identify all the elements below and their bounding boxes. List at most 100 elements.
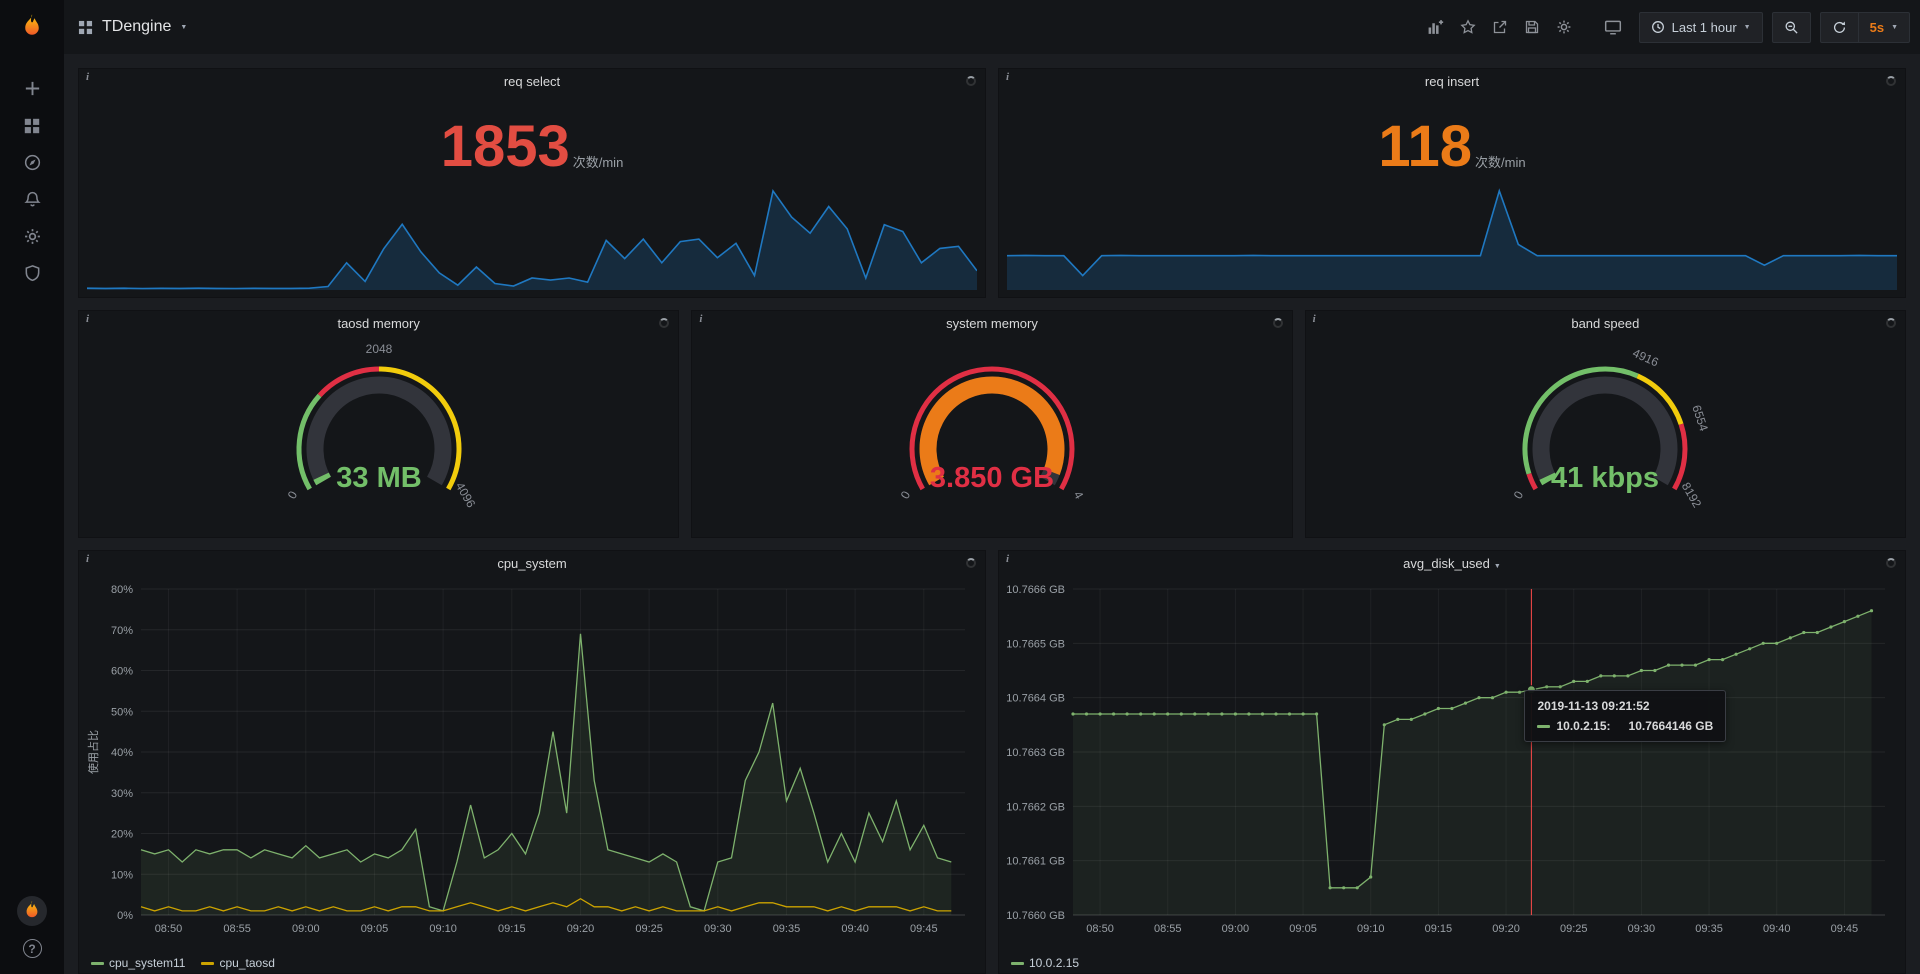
panel-loading-icon bbox=[1886, 318, 1896, 328]
star-button[interactable] bbox=[1452, 11, 1484, 43]
legend-item-host[interactable]: 10.0.2.15 bbox=[1011, 956, 1079, 970]
zoom-out-button[interactable] bbox=[1773, 13, 1810, 42]
panel-taosd-memory: i taosd memory 02048409633 MB bbox=[78, 310, 679, 538]
panel-band-speed: i band speed 049166554819241 kbps bbox=[1305, 310, 1906, 538]
stat-value-group: 118 次数/min bbox=[999, 95, 1905, 200]
panel-info-icon[interactable]: i bbox=[1313, 313, 1316, 325]
sidebar-item-alerting[interactable] bbox=[0, 181, 64, 218]
row-gauges: i taosd memory 02048409633 MB i system m… bbox=[78, 310, 1906, 538]
sidebar-item-dashboards[interactable] bbox=[0, 107, 64, 144]
panel-title[interactable]: avg_disk_used▼ bbox=[999, 551, 1905, 577]
save-button[interactable] bbox=[1516, 11, 1548, 43]
band-speed-gauge[interactable]: 049166554819241 kbps bbox=[1455, 337, 1755, 537]
svg-text:4: 4 bbox=[1071, 489, 1087, 502]
taosd-memory-gauge[interactable]: 02048409633 MB bbox=[229, 337, 529, 537]
panel-info-icon[interactable]: i bbox=[1006, 553, 1009, 565]
dashboard: i req select 1853 次数/min i req insert 11… bbox=[64, 54, 1920, 974]
panel-system-memory: i system memory 043.850 GB bbox=[691, 310, 1292, 538]
panel-info-icon[interactable]: i bbox=[1006, 71, 1009, 83]
share-button[interactable] bbox=[1484, 11, 1516, 43]
plus-icon bbox=[23, 79, 42, 98]
svg-text:09:20: 09:20 bbox=[567, 923, 595, 935]
panel-title[interactable]: taosd memory bbox=[79, 311, 678, 337]
stat-value-group: 1853 次数/min bbox=[79, 95, 985, 200]
avg-disk-used-graph[interactable]: 10.7660 GB10.7661 GB10.7662 GB10.7663 GB… bbox=[1003, 579, 1901, 949]
explore-compass-icon bbox=[23, 153, 42, 172]
refresh-interval-label: 5s bbox=[1870, 20, 1884, 35]
legend-item-cpu-system11[interactable]: cpu_system11 bbox=[91, 956, 185, 970]
gauge-wrap: 043.850 GB bbox=[692, 337, 1291, 537]
svg-text:2048: 2048 bbox=[365, 342, 392, 356]
user-avatar[interactable] bbox=[17, 896, 47, 926]
svg-text:09:00: 09:00 bbox=[292, 923, 320, 935]
tooltip-time: 2019-11-13 09:21:52 bbox=[1537, 699, 1713, 713]
svg-text:09:35: 09:35 bbox=[1695, 923, 1723, 935]
panel-info-icon[interactable]: i bbox=[86, 553, 89, 565]
refresh-interval-caret-icon: ▼ bbox=[1891, 24, 1898, 31]
refresh-icon bbox=[1832, 20, 1847, 35]
svg-text:09:30: 09:30 bbox=[1628, 923, 1656, 935]
legend-item-cpu-taosd[interactable]: cpu_taosd bbox=[201, 956, 274, 970]
tooltip-value: 10.7664146 GB bbox=[1629, 719, 1714, 733]
help-icon[interactable]: ? bbox=[23, 939, 42, 958]
time-picker-caret-icon: ▼ bbox=[1744, 24, 1751, 31]
zoom-out-icon bbox=[1784, 20, 1799, 35]
svg-text:08:50: 08:50 bbox=[1086, 923, 1114, 935]
clock-icon bbox=[1651, 20, 1665, 34]
series-color-dash bbox=[1537, 725, 1550, 728]
app: ? TDengine ▼ bbox=[0, 0, 1920, 974]
panel-title[interactable]: cpu_system bbox=[79, 551, 985, 577]
svg-text:10.7662 GB: 10.7662 GB bbox=[1006, 801, 1065, 813]
svg-text:20%: 20% bbox=[111, 829, 133, 841]
panel-loading-icon bbox=[1886, 76, 1896, 86]
title-caret-icon: ▼ bbox=[180, 24, 187, 31]
refresh-button[interactable] bbox=[1821, 13, 1858, 42]
svg-text:09:10: 09:10 bbox=[1357, 923, 1385, 935]
tooltip-row: 10.0.2.15: 10.7664146 GB bbox=[1537, 719, 1713, 733]
svg-text:10.7663 GB: 10.7663 GB bbox=[1006, 747, 1065, 759]
graph-tooltip: 2019-11-13 09:21:52 10.0.2.15: 10.766414… bbox=[1524, 690, 1726, 742]
dashboard-title-group[interactable]: TDengine ▼ bbox=[78, 18, 187, 36]
sidebar-item-configuration[interactable] bbox=[0, 218, 64, 255]
panel-info-icon[interactable]: i bbox=[86, 313, 89, 325]
panel-loading-icon bbox=[966, 76, 976, 86]
panel-cpu-system: i cpu_system 0%10%20%30%40%50%60%70%80%0… bbox=[78, 550, 986, 974]
svg-text:08:55: 08:55 bbox=[223, 923, 251, 935]
time-picker-group: Last 1 hour ▼ bbox=[1639, 12, 1763, 43]
svg-text:09:15: 09:15 bbox=[1425, 923, 1453, 935]
dashboard-settings-button[interactable] bbox=[1548, 11, 1580, 43]
svg-text:4096: 4096 bbox=[452, 480, 478, 510]
cpu-system-graph[interactable]: 0%10%20%30%40%50%60%70%80%08:5008:5509:0… bbox=[83, 579, 981, 949]
panel-title[interactable]: system memory bbox=[692, 311, 1291, 337]
time-picker-button[interactable]: Last 1 hour ▼ bbox=[1640, 13, 1762, 42]
gear-icon bbox=[1556, 19, 1572, 35]
star-icon bbox=[1460, 19, 1476, 35]
cycle-view-button[interactable] bbox=[1596, 11, 1630, 43]
svg-text:6554: 6554 bbox=[1690, 403, 1712, 433]
panel-info-icon[interactable]: i bbox=[699, 313, 702, 325]
svg-text:60%: 60% bbox=[111, 666, 133, 678]
panel-loading-icon bbox=[1273, 318, 1283, 328]
gauge-wrap: 02048409633 MB bbox=[79, 337, 678, 537]
refresh-interval-button[interactable]: 5s ▼ bbox=[1859, 13, 1909, 42]
svg-text:41 kbps: 41 kbps bbox=[1551, 462, 1659, 494]
series-color-dash bbox=[1011, 962, 1024, 965]
tv-icon bbox=[1604, 18, 1622, 36]
add-panel-button[interactable] bbox=[1419, 11, 1452, 43]
svg-text:09:40: 09:40 bbox=[841, 923, 869, 935]
svg-text:10.7664 GB: 10.7664 GB bbox=[1006, 693, 1065, 705]
panel-title[interactable]: req insert bbox=[999, 69, 1905, 95]
grafana-logo[interactable] bbox=[17, 0, 47, 54]
panel-title[interactable]: req select bbox=[79, 69, 985, 95]
panel-title[interactable]: band speed bbox=[1306, 311, 1905, 337]
svg-text:10.7661 GB: 10.7661 GB bbox=[1006, 856, 1065, 868]
svg-text:09:35: 09:35 bbox=[773, 923, 801, 935]
system-memory-gauge[interactable]: 043.850 GB bbox=[842, 337, 1142, 537]
sidebar-item-create[interactable] bbox=[0, 70, 64, 107]
zoom-out-group bbox=[1772, 12, 1811, 43]
sidebar-item-server-admin[interactable] bbox=[0, 255, 64, 292]
panel-info-icon[interactable]: i bbox=[86, 71, 89, 83]
svg-text:4916: 4916 bbox=[1631, 346, 1661, 370]
sidebar-item-explore[interactable] bbox=[0, 144, 64, 181]
alerting-bell-icon bbox=[23, 190, 42, 209]
